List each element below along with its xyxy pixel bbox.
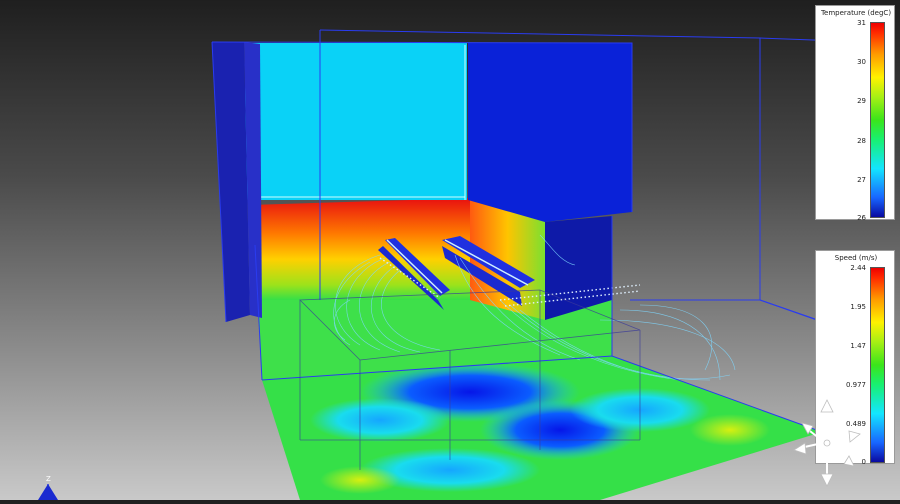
temperature-tick: 31 (857, 19, 866, 27)
speed-colorbar (870, 267, 885, 463)
speed-legend-title: Speed (m/s) (834, 254, 878, 262)
temperature-tick: 26 (857, 214, 866, 222)
temperature-legend: Temperature (degC) 31 30 29 28 27 26 (815, 5, 895, 222)
speed-tick: 1.47 (850, 342, 866, 350)
temperature-tick: 27 (857, 176, 866, 184)
3d-viewport[interactable] (0, 0, 900, 500)
temperature-colorbar (870, 22, 885, 218)
axis-triad-icon: Z (22, 472, 72, 500)
axis-label-z: Z (46, 475, 51, 483)
back-wall-cyan (245, 43, 467, 200)
temperature-tick: 30 (857, 58, 866, 66)
temperature-tick: 28 (857, 137, 866, 145)
temperature-legend-title: Temperature (degC) (820, 9, 892, 17)
navigation-cube-icon[interactable] (792, 398, 862, 488)
speed-tick: 2.44 (850, 264, 866, 272)
back-wall-blue (468, 43, 632, 222)
speed-tick: 0.977 (845, 381, 866, 389)
speed-tick: 1.95 (850, 303, 866, 311)
temperature-tick: 29 (857, 97, 866, 105)
left-column (212, 42, 250, 322)
floor-temperature-plane (262, 356, 822, 500)
